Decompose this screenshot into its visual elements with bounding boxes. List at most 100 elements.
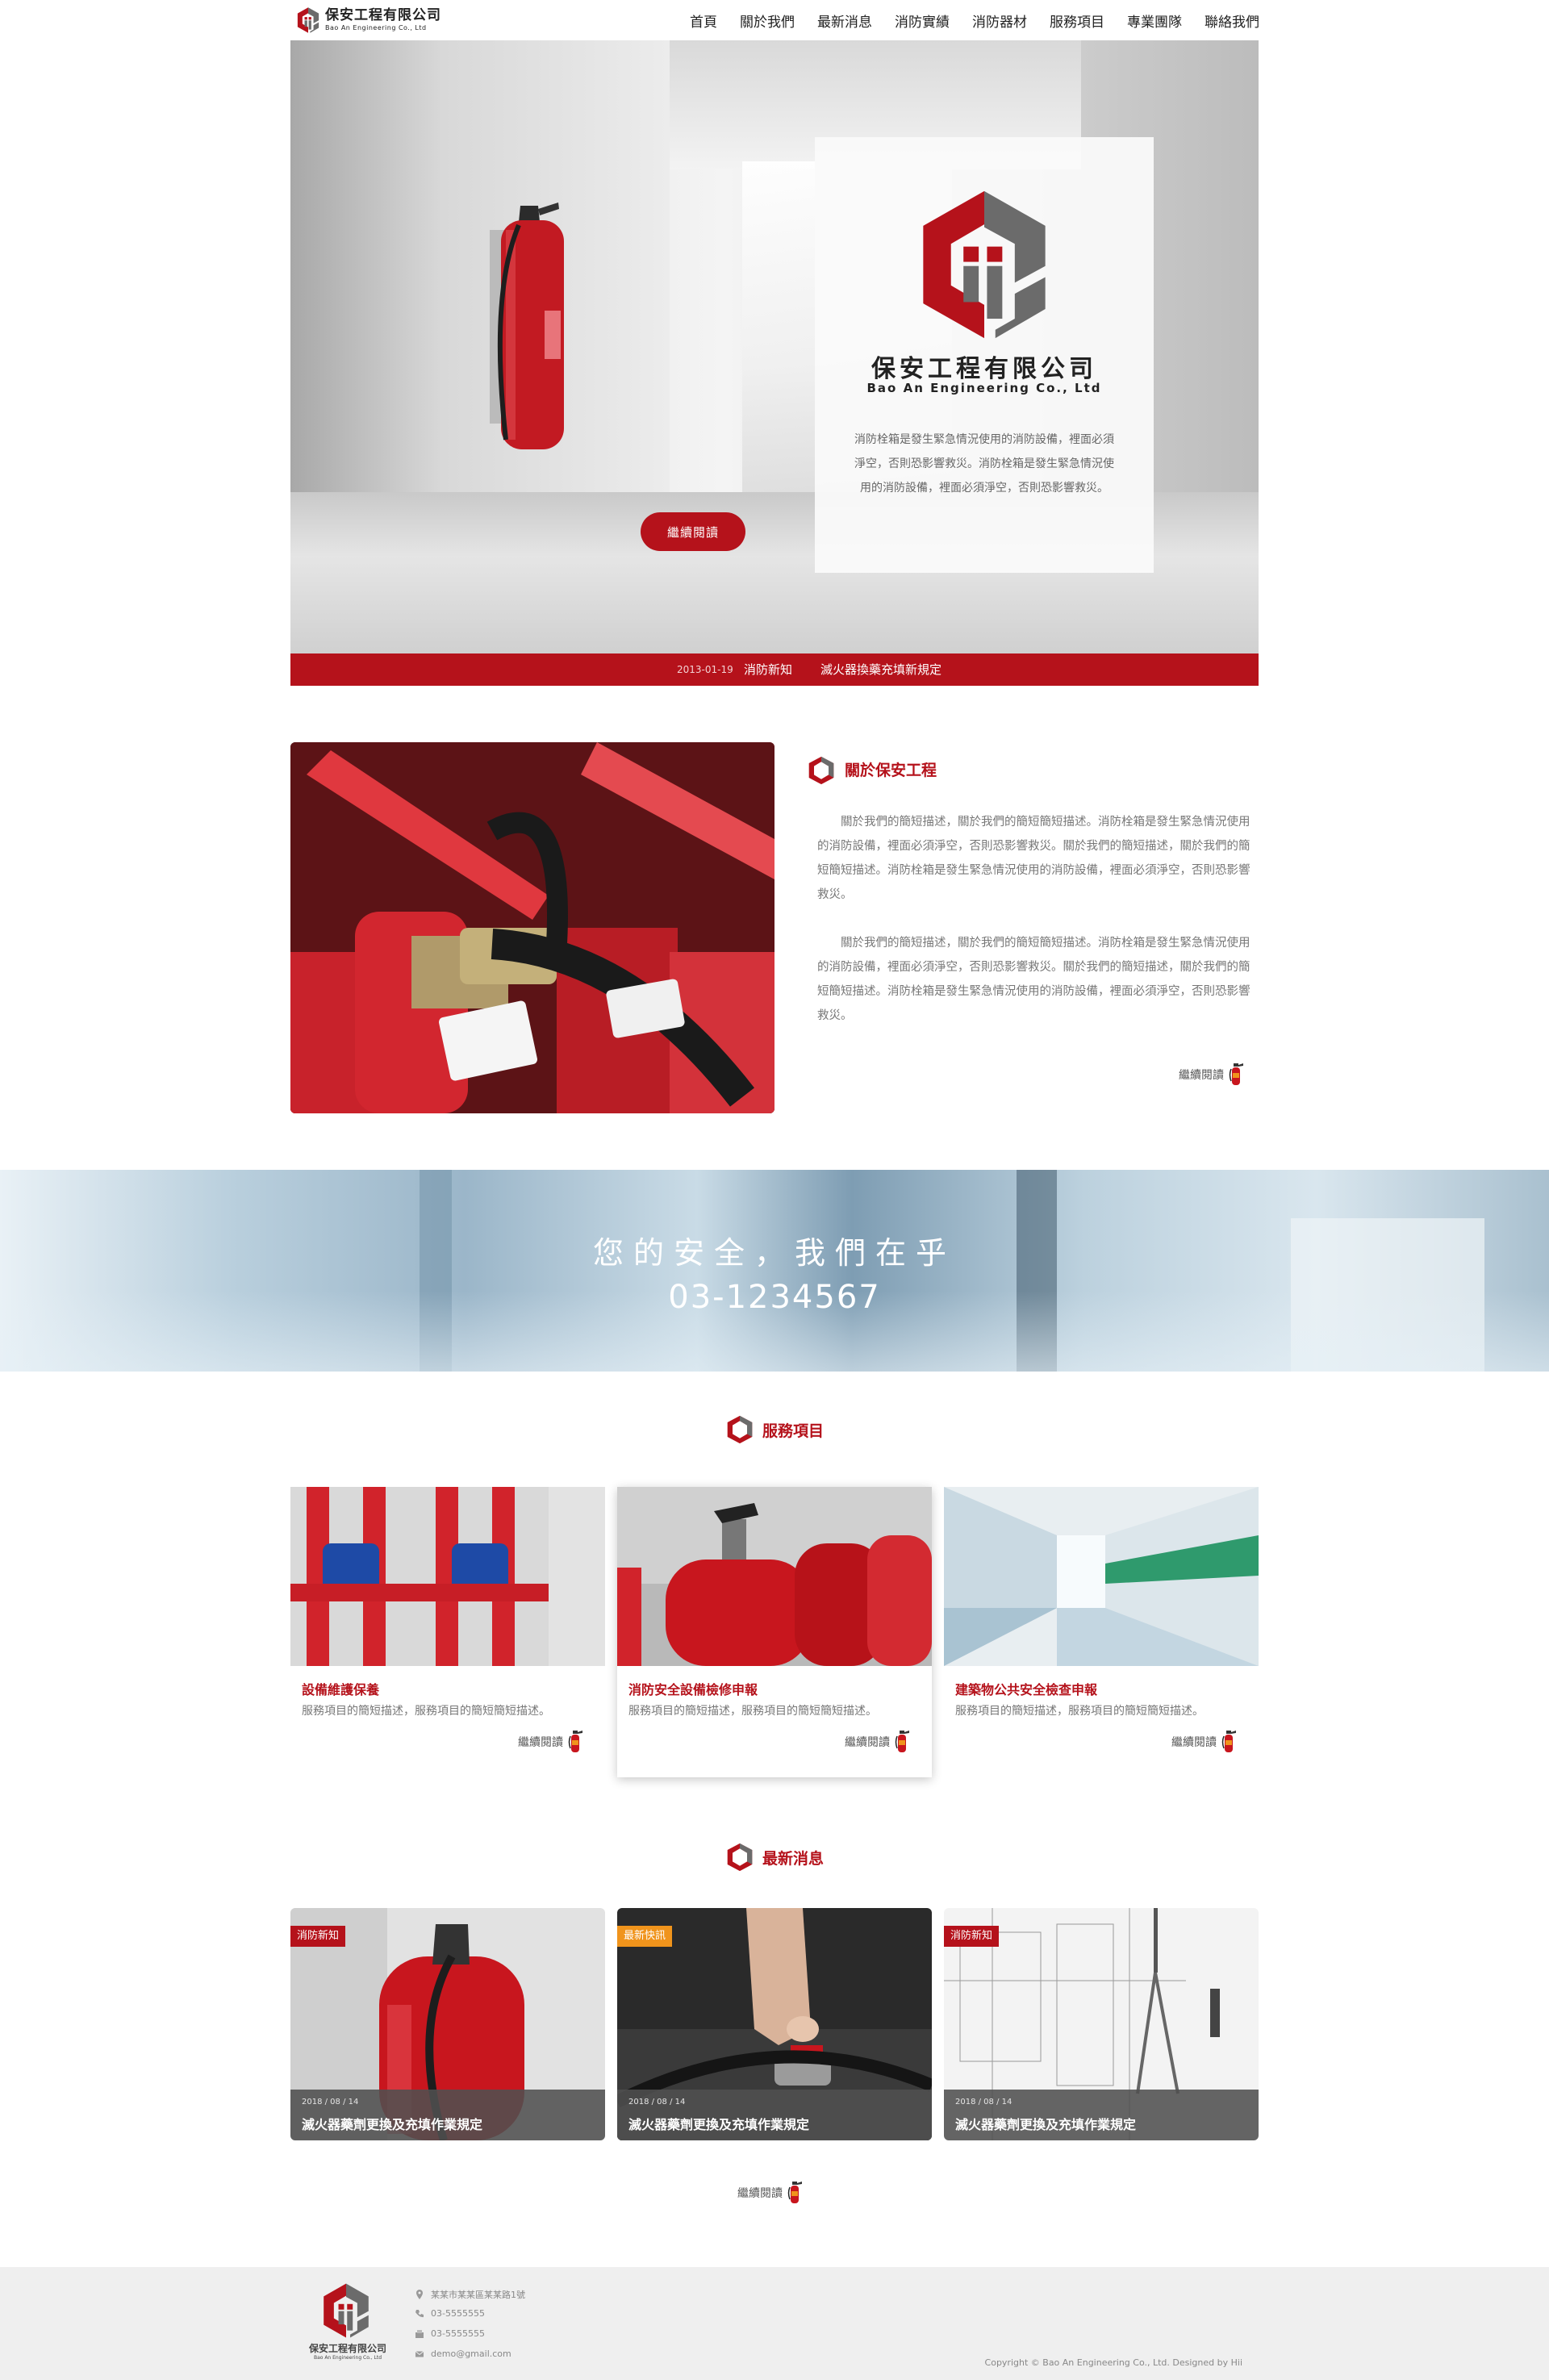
about-title: 關於保安工程 <box>845 762 937 779</box>
fire-extinguisher-image <box>490 203 564 449</box>
service-card[interactable]: 設備維護保養 服務項目的簡短描述，服務項目的簡短簡短描述。 繼續閱讀 <box>290 1487 605 1777</box>
site-logo[interactable]: 保安工程有限公司 Bao An Engineering Co., Ltd <box>296 6 441 35</box>
footer-logo-icon <box>318 2282 374 2340</box>
contact-email[interactable]: demo@gmail.com <box>415 2349 511 2359</box>
hallway-image <box>944 1487 1259 1666</box>
nav-item-home[interactable]: 首頁 <box>690 10 717 31</box>
read-more-label: 繼續閱讀 <box>1179 1069 1224 1082</box>
news-headline: 滅火器藥劑更換及充填作業規定 <box>955 2117 1137 2132</box>
extinguisher-icon <box>787 2180 804 2206</box>
about-paragraph-2: 關於我們的簡短描述，關於我們的簡短簡短描述。消防栓箱是發生緊急情況使用的消防設備… <box>817 937 1250 1022</box>
service-read-more-link[interactable]: 繼續閱讀 <box>845 1729 911 1755</box>
nav-item-team[interactable]: 專業團隊 <box>1127 10 1182 31</box>
news-hex-icon <box>725 1842 754 1873</box>
extinguisher-icon <box>895 1729 911 1755</box>
service-card[interactable]: 建築物公共安全檢查申報 服務項目的簡短描述，服務項目的簡短簡短描述。 繼續閱讀 <box>944 1487 1259 1777</box>
news-ticker: 2013-01-19 消防新知 滅火器換藥充填新規定 <box>290 653 1259 686</box>
read-more-label: 繼續閱讀 <box>518 1736 563 1749</box>
main-nav: 首頁 關於我們 最新消息 消防實績 消防器材 服務項目 專業團隊 聯絡我們 <box>690 0 1259 40</box>
news-section-title: 最新消息 <box>0 1842 1549 1873</box>
service-card[interactable]: 消防安全設備檢修申報 服務項目的簡短描述，服務項目的簡短簡短描述。 繼續閱讀 <box>617 1487 932 1777</box>
hero-banner: 保安工程有限公司 Bao An Engineering Co., Ltd 消防栓… <box>290 40 1259 653</box>
service-title: 設備維護保養 <box>302 1682 380 1697</box>
ticker-category[interactable]: 消防新知 <box>744 653 792 686</box>
news-caption: 2018 / 08 / 14 滅火器藥劑更換及充填作業規定 <box>617 2090 932 2140</box>
news-category-badge: 消防新知 <box>944 1926 1000 1947</box>
footer-logo-name-cn: 保安工程有限公司 <box>308 2343 386 2354</box>
nav-item-projects[interactable]: 消防實績 <box>895 10 950 31</box>
nav-item-contact[interactable]: 聯絡我們 <box>1205 10 1259 31</box>
about-read-more-link[interactable]: 繼續閱讀 <box>1179 1062 1245 1088</box>
extinguisher-icon <box>1229 1062 1245 1088</box>
ticker-date: 2013-01-19 <box>677 664 733 675</box>
service-desc: 服務項目的簡短描述，服務項目的簡短簡短描述。 <box>628 1705 877 1718</box>
news-date: 2018 / 08 / 14 <box>302 2098 359 2107</box>
nav-item-news[interactable]: 最新消息 <box>817 10 872 31</box>
extinguisher-icon <box>1221 1729 1238 1755</box>
read-more-label: 繼續閱讀 <box>737 2187 783 2200</box>
service-read-more-link[interactable]: 繼續閱讀 <box>518 1729 584 1755</box>
news-date: 2018 / 08 / 14 <box>955 2098 1012 2107</box>
nav-item-equipment[interactable]: 消防器材 <box>972 10 1027 31</box>
location-pin-icon <box>416 2290 423 2299</box>
services-title: 服務項目 <box>762 1422 824 1440</box>
news-card[interactable]: 最新快訊 2018 / 08 / 14 滅火器藥劑更換及充填作業規定 <box>617 1908 932 2140</box>
nav-item-services[interactable]: 服務項目 <box>1050 10 1104 31</box>
pipes-image <box>290 1487 605 1666</box>
read-more-label: 繼續閱讀 <box>1171 1736 1217 1749</box>
logo-name-en: Bao An Engineering Co., Ltd <box>325 24 427 31</box>
hero-company-name-cn: 保安工程有限公司 <box>871 355 1097 383</box>
site-footer: 保安工程有限公司 Bao An Engineering Co., Ltd 某某市… <box>0 2267 1549 2380</box>
phone-icon <box>415 2309 424 2317</box>
nav-item-about[interactable]: 關於我們 <box>740 10 795 31</box>
news-headline: 滅火器藥劑更換及充填作業規定 <box>302 2117 483 2132</box>
hero-read-more-button[interactable]: 繼續閱讀 <box>641 512 745 551</box>
news-caption: 2018 / 08 / 14 滅火器藥劑更換及充填作業規定 <box>944 2090 1259 2140</box>
news-category-badge: 最新快訊 <box>617 1926 673 1947</box>
services-section-title: 服務項目 <box>0 1414 1549 1445</box>
contact-phone-text: 03-5555555 <box>431 2308 485 2319</box>
news-read-more-link[interactable]: 繼續閱讀 <box>737 2180 804 2206</box>
news-category-badge: 消防新知 <box>290 1926 346 1947</box>
news-card[interactable]: 消防新知 2018 / 08 / 14 滅火器藥劑更換及充填作業規定 <box>290 1908 605 2140</box>
about-hex-icon <box>807 755 836 786</box>
service-desc: 服務項目的簡短描述，服務項目的簡短簡短描述。 <box>955 1705 1204 1718</box>
extinguishers-image <box>617 1487 932 1666</box>
contact-fax: 03-5555555 <box>415 2328 485 2339</box>
banner-slogan: 您的安全，我們在乎 <box>592 1235 956 1271</box>
contact-fax-text: 03-5555555 <box>431 2328 485 2339</box>
news-date: 2018 / 08 / 14 <box>628 2098 686 2107</box>
about-image <box>290 742 774 1113</box>
contact-address-text: 某某市某某區某某路1號 <box>431 2290 525 2300</box>
news-title: 最新消息 <box>762 1849 824 1868</box>
extinguisher-icon <box>568 1729 584 1755</box>
company-logo-icon <box>915 186 1054 344</box>
contact-address: 某某市某某區某某路1號 <box>415 2288 525 2301</box>
banner-phone[interactable]: 03-1234567 <box>0 1279 1549 1316</box>
service-image-hallway <box>944 1487 1259 1666</box>
services-hex-icon <box>725 1414 754 1445</box>
footer-logo-name-en: Bao An Engineering Co., Ltd <box>313 2355 382 2361</box>
fax-icon <box>415 2329 424 2338</box>
site-header: 保安工程有限公司 Bao An Engineering Co., Ltd 首頁 … <box>0 0 1549 40</box>
news-caption: 2018 / 08 / 14 滅火器藥劑更換及充填作業規定 <box>290 2090 605 2140</box>
logo-mark-icon <box>296 6 320 34</box>
read-more-label: 繼續閱讀 <box>845 1736 890 1749</box>
mail-icon <box>415 2350 424 2357</box>
service-read-more-link[interactable]: 繼續閱讀 <box>1171 1729 1238 1755</box>
safety-banner: 您的安全，我們在乎 03-1234567 <box>0 1170 1549 1372</box>
hero-card: 保安工程有限公司 Bao An Engineering Co., Ltd 消防栓… <box>815 137 1154 573</box>
service-image-pipes <box>290 1487 605 1666</box>
hero-company-name-en: Bao An Engineering Co., Ltd <box>866 381 1102 395</box>
news-card[interactable]: 消防新知 2018 / 08 / 14 滅火器藥劑更換及充填作業規定 <box>944 1908 1259 2140</box>
service-desc: 服務項目的簡短描述，服務項目的簡短簡短描述。 <box>302 1705 550 1718</box>
extinguisher-valves-image <box>290 742 774 1113</box>
copyright-text: Copyright © Bao An Engineering Co., Ltd.… <box>984 2357 1242 2368</box>
service-title: 建築物公共安全檢查申報 <box>955 1682 1098 1697</box>
logo-name-cn: 保安工程有限公司 <box>325 7 441 23</box>
contact-phone[interactable]: 03-5555555 <box>415 2308 485 2319</box>
contact-email-text: demo@gmail.com <box>431 2349 511 2359</box>
about-paragraph-1: 關於我們的簡短描述，關於我們的簡短簡短描述。消防栓箱是發生緊急情況使用的消防設備… <box>817 816 1250 901</box>
ticker-title-link[interactable]: 滅火器換藥充填新規定 <box>820 653 942 686</box>
service-title: 消防安全設備檢修申報 <box>628 1682 758 1697</box>
